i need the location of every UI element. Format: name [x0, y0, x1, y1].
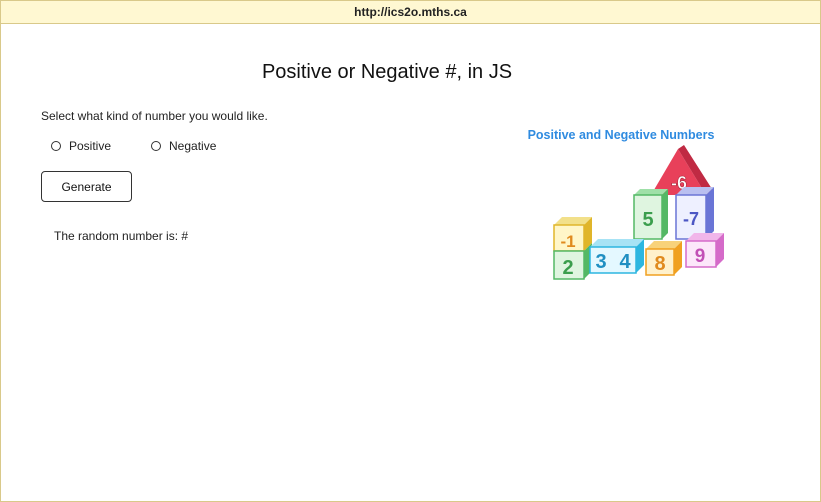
radio-circle-icon[interactable]: [51, 141, 61, 151]
illustration-heading: Positive and Negative Numbers: [528, 128, 715, 142]
url-text: http://ics2o.mths.ca: [354, 5, 467, 19]
positive-label: Positive: [69, 139, 112, 153]
block-label: 4: [619, 251, 631, 273]
positive-radio[interactable]: Positive: [51, 139, 111, 153]
block-label: 5: [642, 209, 653, 231]
block-side: [662, 189, 668, 239]
negative-radio[interactable]: Negative: [151, 139, 216, 153]
page-title: Positive or Negative #, in JS: [261, 61, 513, 83]
block-side: [706, 187, 714, 239]
number-blocks-illustration: Positive and Negative Numbers -6 5 -7 -1…: [528, 128, 724, 280]
radio-circle-icon[interactable]: [151, 141, 161, 151]
block-label: -7: [683, 209, 699, 229]
result-text: The random number is: #: [54, 229, 189, 243]
block-label: 8: [654, 253, 665, 275]
block-label: 9: [695, 246, 706, 267]
block-label: 3: [595, 251, 606, 273]
block-label: 2: [562, 257, 573, 279]
block-top: [590, 239, 644, 247]
browser-frame: http://ics2o.mths.ca Positive or Negativ…: [0, 0, 821, 502]
generate-button[interactable]: Generate: [41, 171, 132, 202]
url-bar[interactable]: http://ics2o.mths.ca: [1, 1, 820, 24]
block-label: -1: [560, 232, 575, 251]
negative-label: Negative: [169, 139, 217, 153]
instruction-text: Select what kind of number you would lik…: [41, 109, 268, 123]
